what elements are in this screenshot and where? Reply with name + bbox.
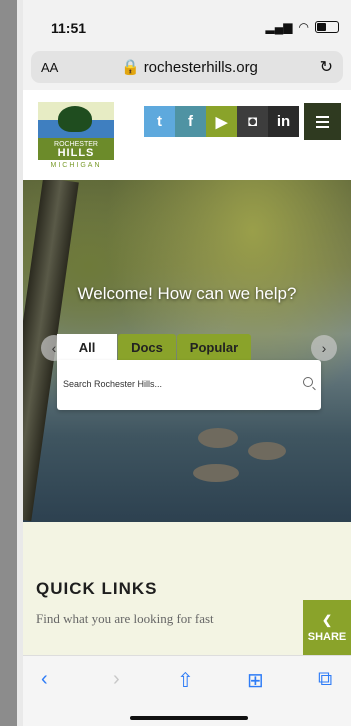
- browser-toolbar: ‹ › ⇧ ⊞ ⧉: [23, 655, 351, 726]
- tab-popular[interactable]: Popular: [177, 334, 251, 360]
- phone-frame: 11:51 ▂▄▆ ◠ AA 🔒 rochesterhills.org ↻ RO…: [0, 0, 351, 726]
- back-icon[interactable]: ‹: [41, 668, 48, 691]
- twitter-icon[interactable]: t: [144, 106, 175, 137]
- screen: 11:51 ▂▄▆ ◠ AA 🔒 rochesterhills.org ↻ RO…: [23, 0, 351, 726]
- battery-icon: [315, 21, 339, 33]
- wifi-icon: ◠: [298, 20, 309, 34]
- menu-line: [316, 125, 329, 128]
- quick-links-subtitle: Find what you are looking for fast: [36, 611, 214, 626]
- hero-banner: Welcome! How can we help? ‹ › All Docs P…: [23, 180, 351, 522]
- logo-graphic: [38, 102, 114, 138]
- share-label: SHARE: [307, 630, 347, 643]
- linkedin-icon[interactable]: in: [268, 106, 299, 137]
- status-icons: ▂▄▆ ◠: [266, 20, 339, 34]
- reader-settings-button[interactable]: AA: [41, 60, 58, 75]
- lock-icon: 🔒: [121, 59, 140, 76]
- share-button[interactable]: ❮ SHARE: [303, 600, 351, 655]
- browser-address-area: AA 🔒 rochesterhills.org ↻: [23, 44, 351, 91]
- hero-rock: [248, 442, 286, 460]
- address-bar[interactable]: AA 🔒 rochesterhills.org ↻: [31, 51, 343, 83]
- home-indicator: [130, 716, 248, 720]
- tabs-icon[interactable]: ⧉: [318, 668, 332, 691]
- logo-text-block: ROCHESTER HILLS: [38, 138, 114, 160]
- search-panel: [57, 360, 321, 410]
- quick-links-title: QUICK LINKS: [36, 579, 158, 598]
- reload-icon[interactable]: ↻: [320, 57, 333, 77]
- share-icon: ❮: [321, 612, 333, 627]
- logo-line-2: HILLS: [57, 147, 95, 159]
- tree-icon: [58, 106, 92, 132]
- social-links: t f ▶ ◘ in: [144, 106, 299, 137]
- site-logo[interactable]: ROCHESTER HILLS MICHIGAN: [38, 102, 114, 172]
- hero-rock: [193, 464, 239, 482]
- status-bar: 11:51 ▂▄▆ ◠: [23, 0, 351, 44]
- url-display[interactable]: 🔒 rochesterhills.org: [121, 58, 258, 77]
- youtube-icon[interactable]: ▶: [206, 106, 237, 137]
- carousel-next-button[interactable]: ›: [311, 335, 337, 361]
- menu-button[interactable]: [304, 103, 341, 140]
- bookmarks-icon[interactable]: ⊞: [247, 668, 264, 693]
- site-header: ROCHESTER HILLS MICHIGAN t f ▶ ◘ in: [23, 90, 351, 180]
- instagram-icon[interactable]: ◘: [237, 106, 268, 137]
- logo-line-3: MICHIGAN: [50, 162, 102, 169]
- status-time: 11:51: [51, 20, 87, 36]
- tab-docs[interactable]: Docs: [118, 334, 176, 360]
- hero-rock: [198, 428, 238, 448]
- facebook-icon[interactable]: f: [175, 106, 206, 137]
- tab-all[interactable]: All: [57, 334, 117, 360]
- menu-line: [316, 115, 329, 118]
- hero-welcome-text: Welcome! How can we help?: [77, 284, 297, 303]
- signal-icon: ▂▄▆: [265, 20, 293, 34]
- search-input[interactable]: [61, 372, 303, 396]
- forward-icon: ›: [113, 668, 120, 690]
- menu-line: [316, 120, 329, 123]
- search-tabs: All Docs Popular: [57, 334, 251, 360]
- device-bezel: [0, 0, 17, 726]
- url-text: rochesterhills.org: [143, 58, 258, 76]
- quick-links-section: QUICK LINKS Find what you are looking fo…: [23, 522, 351, 655]
- search-icon[interactable]: [303, 377, 313, 387]
- share-sheet-icon[interactable]: ⇧: [177, 668, 194, 693]
